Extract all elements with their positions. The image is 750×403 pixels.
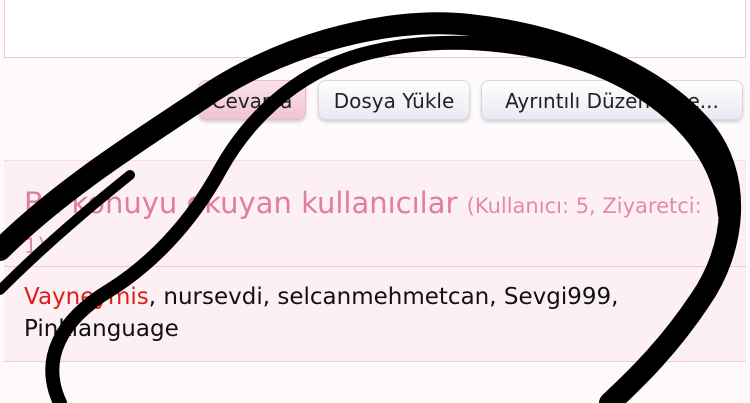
reply-button[interactable]: Cevapla <box>198 80 306 120</box>
editor-button-row: Cevapla Dosya Yükle Ayrıntılı Düzenleme.… <box>0 80 750 124</box>
viewer-user-link[interactable]: nursevdi <box>163 284 262 310</box>
upload-file-button[interactable]: Dosya Yükle <box>318 80 470 120</box>
reply-editor-box[interactable] <box>4 0 746 58</box>
viewer-separator: , <box>262 284 278 310</box>
thread-viewers-panel: Bu konuyu okuyan kullanıcılar (Kullanıcı… <box>4 160 746 362</box>
viewer-user-link[interactable]: Vayneymis <box>24 284 149 310</box>
thread-viewers-header: Bu konuyu okuyan kullanıcılar (Kullanıcı… <box>4 161 746 267</box>
viewer-user-link[interactable]: selcanmehmetcan <box>277 284 489 310</box>
viewer-separator: , <box>148 284 164 310</box>
thread-viewers-list: Vayneymis, nursevdi, selcanmehmetcan, Se… <box>24 281 724 345</box>
viewer-separator: , <box>489 284 504 310</box>
viewer-user-link[interactable]: Pinklanguage <box>24 316 179 342</box>
advanced-edit-button[interactable]: Ayrıntılı Düzenleme... <box>481 80 743 120</box>
viewer-user-link[interactable]: Sevgi999 <box>504 284 611 310</box>
viewer-separator: , <box>611 284 619 310</box>
page: Cevapla Dosya Yükle Ayrıntılı Düzenleme.… <box>0 0 750 403</box>
thread-viewers-title: Bu konuyu okuyan kullanıcılar (Kullanıcı… <box>24 185 724 265</box>
thread-viewers-title-text: Bu konuyu okuyan kullanıcılar <box>24 186 458 220</box>
